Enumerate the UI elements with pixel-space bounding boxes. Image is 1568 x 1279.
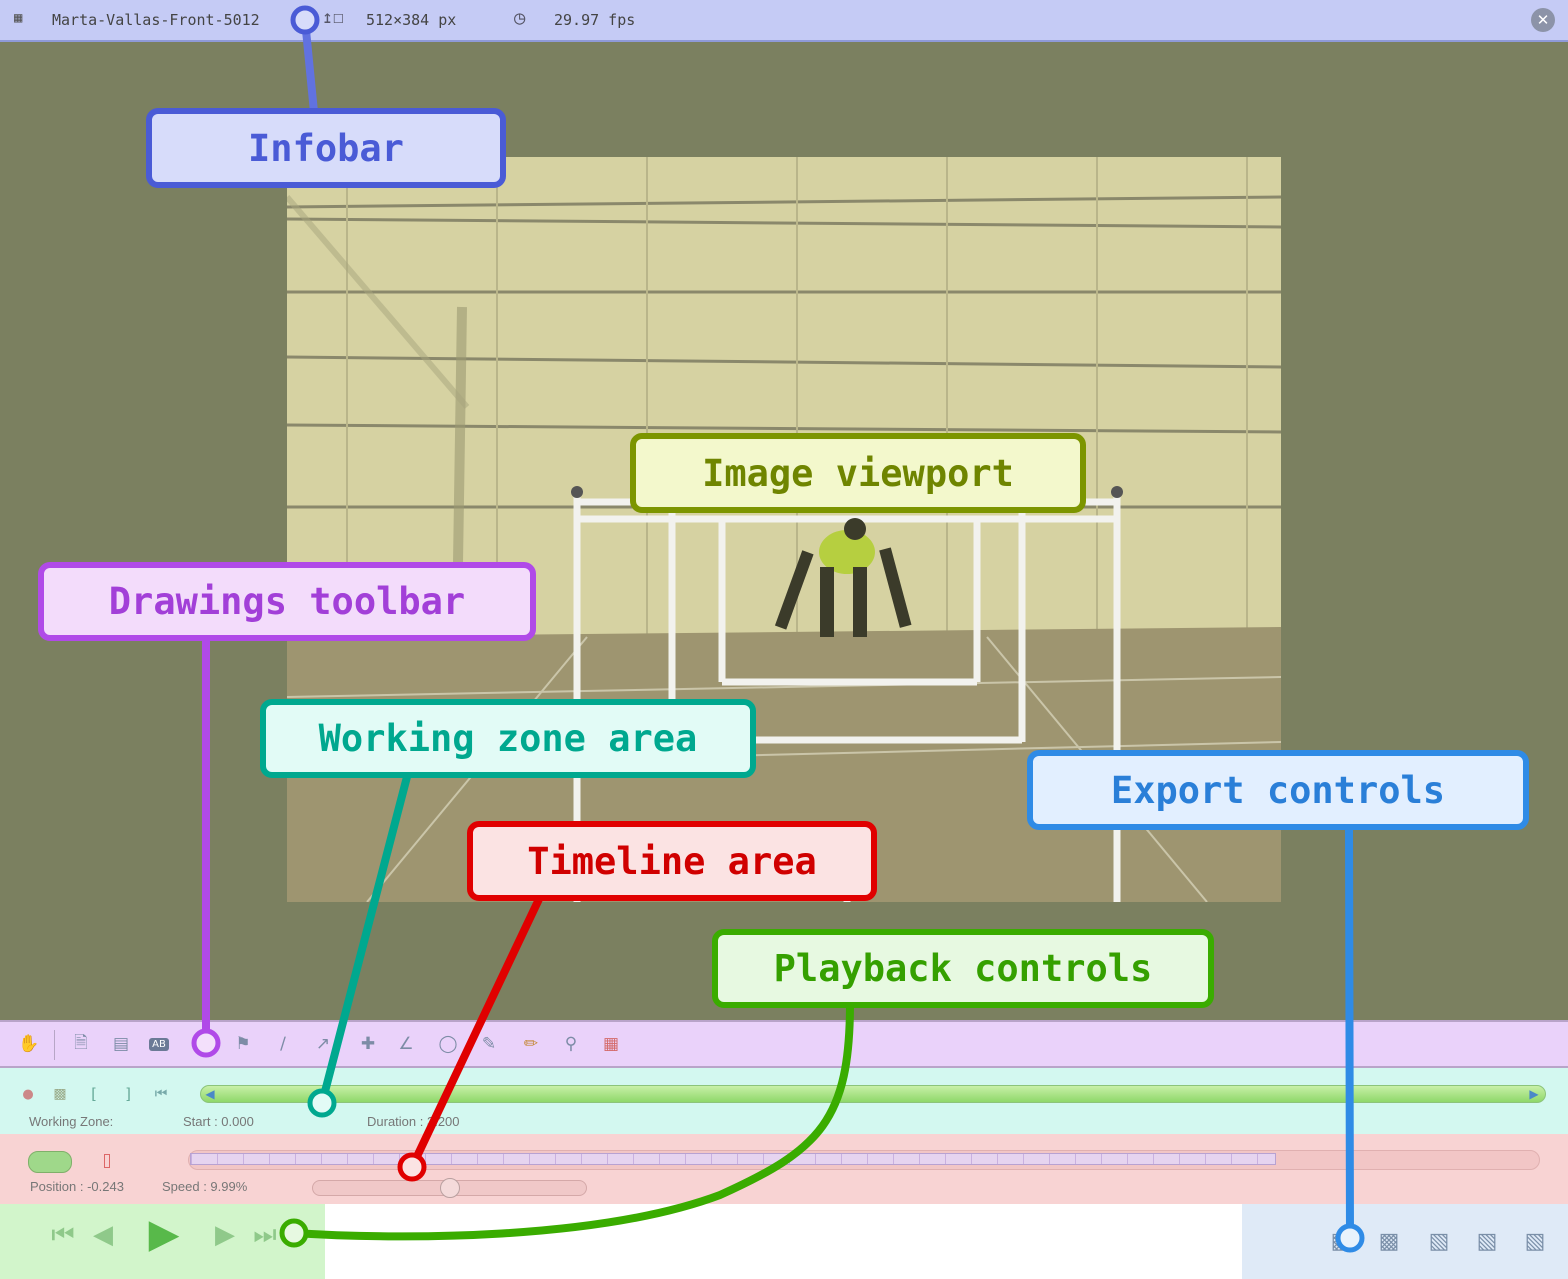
callout-timeline: Timeline area	[467, 821, 877, 901]
human-model-icon[interactable]: ⚑	[230, 1031, 256, 1057]
framerate: 29.97 fps	[554, 11, 636, 29]
filename: Marta-Vallas-Front-5012	[52, 11, 260, 29]
hand-tool-icon[interactable]: ✋	[16, 1031, 42, 1057]
brush-icon[interactable]: ✏	[518, 1031, 544, 1057]
close-icon[interactable]: ✕	[1531, 8, 1555, 32]
color-grid-icon[interactable]: ▦	[598, 1031, 624, 1057]
line-icon[interactable]: ∕	[270, 1031, 296, 1057]
timeline-position: Position : -0.243	[30, 1179, 124, 1194]
working-zone-duration: Duration : 3.200	[367, 1114, 460, 1129]
zone-reset-icon[interactable]: ⏮	[152, 1086, 170, 1102]
bulb-icon[interactable]: ●	[20, 1086, 36, 1102]
timeline-mode-toggle[interactable]	[28, 1151, 72, 1173]
export-video-icon[interactable]: ▧	[1520, 1226, 1550, 1256]
play-icon[interactable]: ▶	[142, 1211, 186, 1257]
clock-icon: ◷	[514, 7, 526, 29]
callout-image-viewport: Image viewport	[630, 433, 1086, 513]
working-zone-start: Start : 0.000	[183, 1114, 254, 1129]
speed-slider[interactable]	[312, 1178, 587, 1198]
callout-export: Export controls	[1027, 750, 1529, 830]
timeline-ticks	[190, 1153, 1276, 1165]
label-icon-text: AB	[149, 1037, 169, 1051]
zone-right-handle[interactable]: ▶	[1526, 1086, 1542, 1102]
add-keyframe-icon[interactable]: 🗎	[68, 1031, 94, 1057]
last-frame-icon[interactable]: ⏭	[248, 1218, 282, 1252]
resolution: 512×384 px	[366, 11, 457, 29]
zone-left-handle[interactable]: ◀	[202, 1086, 218, 1102]
working-zone-bar[interactable]	[200, 1085, 1546, 1103]
timeline-area: Position : -0.243 Speed : 9.99%	[0, 1134, 1568, 1204]
cross-icon[interactable]: ✚	[355, 1031, 381, 1057]
callout-infobar: Infobar	[146, 108, 506, 188]
callout-working-zone: Working zone area	[260, 699, 756, 778]
edit-video-icon[interactable]: ▧	[1472, 1226, 1502, 1256]
timeline-marker	[104, 1154, 110, 1168]
film-strip-icon: ▦	[14, 10, 23, 26]
infobar: ▦ Marta-Vallas-Front-5012 ↥☐ 512×384 px …	[0, 0, 1568, 42]
previous-frame-icon[interactable]: ◀	[88, 1218, 118, 1252]
save-video-icon[interactable]: ▧	[1424, 1226, 1454, 1256]
resize-icon: ↥☐	[322, 7, 344, 28]
multi-snapshot-icon[interactable]: ▩	[1374, 1226, 1404, 1256]
pencil-icon[interactable]: ✎	[476, 1031, 502, 1057]
arrow-icon[interactable]: ↗	[310, 1031, 336, 1057]
export-controls: ▩ ▩ ▧ ▧ ▧	[1242, 1204, 1568, 1279]
drawings-toolbar: ✋ 🗎 ▤ AB ⚑ ∕ ↗ ✚ ∠ ◯ ✎ ✏ ⚲ ▦	[0, 1020, 1568, 1068]
working-zone-area: ● ▩ [ ] ⏮ ◀ ▶ Working Zone: Start : 0.00…	[0, 1068, 1568, 1134]
angle-icon[interactable]: ∠	[393, 1031, 419, 1057]
lock-icon[interactable]: ▩	[52, 1086, 68, 1102]
callout-playback: Playback controls	[712, 929, 1214, 1008]
callout-drawings-toolbar: Drawings toolbar	[38, 562, 536, 641]
playback-controls: ⏮ ◀ ▶ ▶ ⏭	[0, 1204, 325, 1279]
timeline-speed: Speed : 9.99%	[162, 1179, 248, 1194]
first-frame-icon[interactable]: ⏮	[46, 1218, 80, 1252]
zone-end-icon[interactable]: ]	[120, 1085, 136, 1103]
speed-slider-knob[interactable]	[440, 1178, 460, 1198]
toolbar-separator	[54, 1030, 55, 1060]
magnifier-icon[interactable]: ⚲	[558, 1031, 584, 1057]
snapshot-icon[interactable]: ▩	[1326, 1226, 1356, 1256]
zone-start-icon[interactable]: [	[86, 1085, 102, 1103]
next-frame-icon[interactable]: ▶	[210, 1218, 240, 1252]
working-zone-label: Working Zone:	[29, 1114, 114, 1129]
label-icon[interactable]: AB	[146, 1031, 172, 1057]
circle-icon[interactable]: ◯	[435, 1031, 461, 1057]
comments-icon[interactable]: ▤	[108, 1031, 134, 1057]
